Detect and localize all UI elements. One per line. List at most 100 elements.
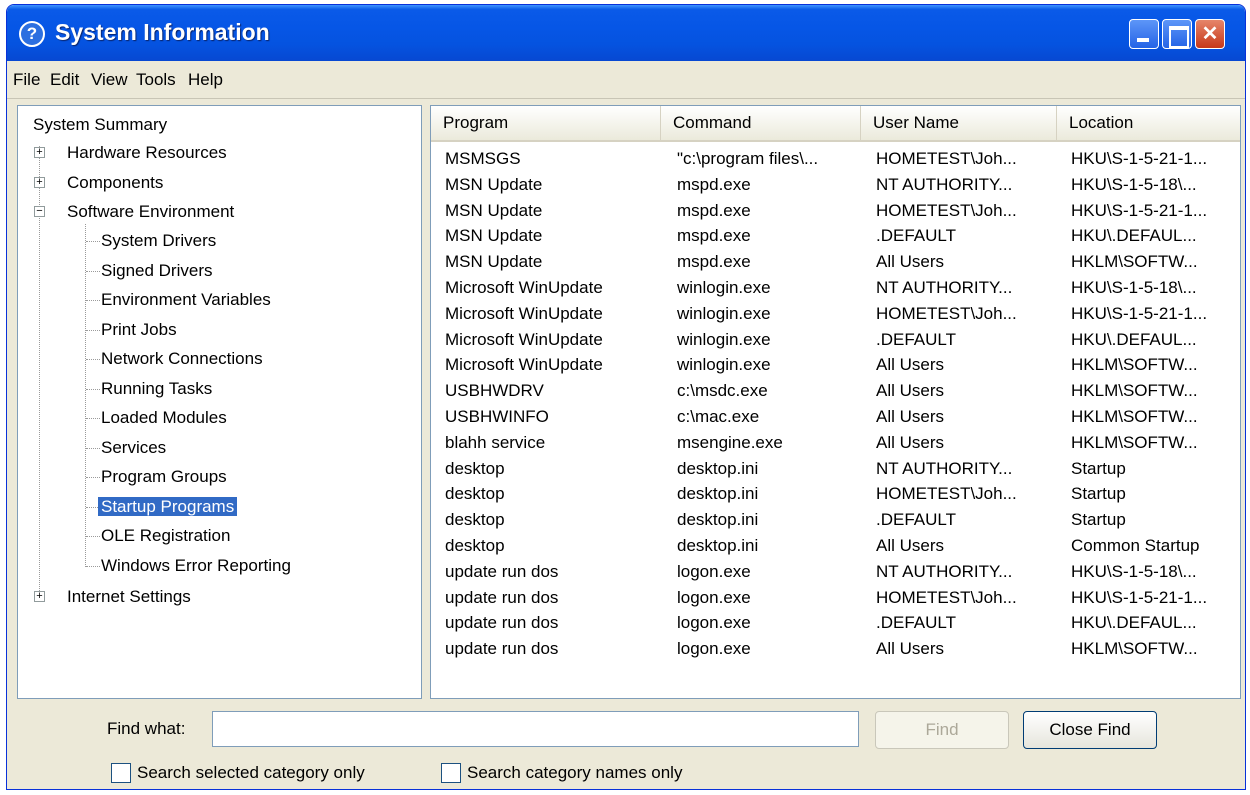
table-row[interactable]: Microsoft WinUpdate winlogin.exe All Users… [431,352,1240,378]
cell-program: Microsoft WinUpdate [445,355,603,375]
find-button[interactable]: Find [875,711,1009,749]
table-row[interactable]: Microsoft WinUpdate winlogin.exe HOMETEST\… [431,301,1240,327]
cell-program: update run dos [445,561,559,581]
system-information-window: ? System Information File Edit View Tool… [6,4,1246,790]
search-category-names-checkbox[interactable] [441,763,461,783]
menu-help[interactable]: Help [188,70,223,90]
tree-line [86,388,100,390]
table-row[interactable]: desktop desktop.ini .DEFAULT Startup [431,507,1240,533]
tree-item-system-drivers[interactable]: System Drivers [101,228,216,254]
cell-command: c:\mac.exe [677,407,760,426]
cell-command: logon.exe [677,639,751,659]
cell-user-name: HOMETEST\Joh... [876,587,1017,607]
tree-item-signed-drivers[interactable]: Signed Drivers [101,258,213,284]
tree-item-hardware-resources[interactable]: + Hardware Resources [18,140,421,166]
table-row[interactable]: update run dos logon.exe All Users HKLM\SOF… [431,636,1240,662]
cell-location: HKLM\SOFTW... [1071,355,1198,375]
cell-location: HKLM\SOFTW... [1071,639,1198,659]
tree-item-program-groups[interactable]: Program Groups [101,464,227,490]
menu-view[interactable]: View [91,70,128,90]
title-bar[interactable]: ? System Information [7,5,1245,61]
close-find-button[interactable]: Close Find [1023,711,1157,749]
menu-tools[interactable]: Tools [136,70,176,90]
column-header-program[interactable]: Program [431,106,661,140]
table-row[interactable]: USBHWINFO c:\mac.exe All Users HKLM\SOFTW..… [431,404,1240,430]
startup-programs-list[interactable]: Program Command User Name Location MSMSG… [430,105,1241,699]
tree-item-print-jobs[interactable]: Print Jobs [101,317,177,343]
minimize-button[interactable] [1129,19,1159,49]
find-what-label: Find what: [107,719,186,738]
collapse-icon[interactable]: − [34,206,45,217]
tree-item-loaded-modules[interactable]: Loaded Modules [101,405,227,431]
list-header: Program Command User Name Location [431,106,1240,142]
cell-location: HKU\S-1-5-18\... [1071,174,1197,194]
table-row[interactable]: update run dos logon.exe HOMETEST\Joh... HK… [431,585,1240,611]
find-what-input[interactable] [212,711,859,747]
cell-location: Common Startup [1071,536,1200,555]
cell-command: "c:\program files\... [677,149,819,168]
tree-item-services[interactable]: Services [101,435,166,461]
column-header-command[interactable]: Command [661,106,861,140]
search-category-names-label: Search category names only [467,763,683,782]
table-row[interactable]: USBHWDRV c:\msdc.exe All Users HKLM\SOFTW..… [431,378,1240,404]
cell-program: desktop [445,458,505,478]
expand-icon[interactable]: + [34,147,45,158]
tree-item-label: Print Jobs [101,319,177,339]
tree-item-environment-variables[interactable]: Environment Variables [101,287,271,313]
table-row[interactable]: desktop desktop.ini HOMETEST\Joh... Startup [431,481,1240,507]
table-row[interactable]: MSN Update mspd.exe All Users HKLM\SOFTW... [431,249,1240,275]
table-row[interactable]: Microsoft WinUpdate winlogin.exe .DEFAULT H… [431,327,1240,353]
table-row[interactable]: Microsoft WinUpdate winlogin.exe NT AUTHOR… [431,275,1240,301]
table-row[interactable]: MSN Update mspd.exe HOMETEST\Joh... HKU\S-1… [431,198,1240,224]
tree-item-running-tasks[interactable]: Running Tasks [101,376,212,402]
tree-item-windows-error-reporting[interactable]: Windows Error Reporting [101,553,291,579]
tree-item-startup-programs[interactable]: Startup Programs [98,494,238,520]
cell-location: HKU\S-1-5-21-1... [1071,303,1208,323]
cell-command: desktop.ini [677,458,759,478]
cell-command: mspd.exe [677,252,751,272]
tree-line [86,241,100,242]
maximize-button[interactable] [1162,19,1192,49]
tree-item-label: Components [67,173,164,192]
cell-user-name: All Users [876,407,945,426]
cell-command: winlogin.exe [677,278,771,297]
tree-item-software-environment[interactable]: − Software Environment [18,199,421,225]
tree-item-ole-registration[interactable]: OLE Registration [101,523,230,549]
category-tree[interactable]: System Summary + Hardware Resources + Co… [17,105,422,699]
cell-location: HKLM\SOFTW... [1071,381,1198,401]
table-row[interactable]: desktop desktop.ini All Users Common Startu… [431,533,1240,559]
expand-icon[interactable]: + [34,177,45,188]
table-row[interactable]: update run dos logon.exe NT AUTHORITY... HK… [431,559,1240,585]
tree-item-components[interactable]: + Components [18,170,421,196]
tree-item-label: Software Environment [67,202,235,221]
tree-item-network-connections[interactable]: Network Connections [101,346,263,372]
table-row[interactable]: MSN Update mspd.exe NT AUTHORITY... HKU\S-1… [431,172,1240,198]
menu-file[interactable]: File [13,70,40,90]
table-row[interactable]: blahh service msengine.exe All Users HKLM\S… [431,430,1240,456]
search-selected-category-checkbox[interactable] [111,763,131,783]
cell-location: HKU\S-1-5-18\... [1071,561,1197,581]
close-button[interactable] [1195,19,1225,49]
cell-location: HKU\.DEFAUL... [1071,226,1197,246]
cell-program: MSN Update [445,252,543,272]
cell-program: update run dos [445,639,559,659]
cell-user-name: All Users [876,252,945,272]
cell-location: HKLM\SOFTW... [1071,407,1198,426]
tree-item-internet-settings[interactable]: + Internet Settings [18,584,421,610]
table-row[interactable]: MSN Update mspd.exe .DEFAULT HKU\.DEFAUL... [431,223,1240,249]
column-header-user-name[interactable]: User Name [861,106,1057,140]
cell-location: Startup [1071,510,1126,530]
table-row[interactable]: update run dos logon.exe .DEFAULT HKU\.DEFA… [431,610,1240,636]
expand-icon[interactable]: + [34,591,45,602]
cell-program: desktop [445,536,505,555]
cell-command: logon.exe [677,561,751,581]
tree-item-system-summary[interactable]: System Summary [33,112,167,138]
cell-command: winlogin.exe [677,355,771,375]
menu-edit[interactable]: Edit [50,70,79,90]
table-row[interactable]: MSMSGS "c:\program files\... HOMETEST\Joh.… [431,146,1240,172]
table-row[interactable]: desktop desktop.ini NT AUTHORITY... Startup [431,456,1240,482]
cell-location: HKU\.DEFAUL... [1071,613,1197,633]
cell-user-name: NT AUTHORITY... [876,278,1013,297]
tree-item-label: Loaded Modules [101,408,227,427]
column-header-location[interactable]: Location [1057,106,1240,140]
